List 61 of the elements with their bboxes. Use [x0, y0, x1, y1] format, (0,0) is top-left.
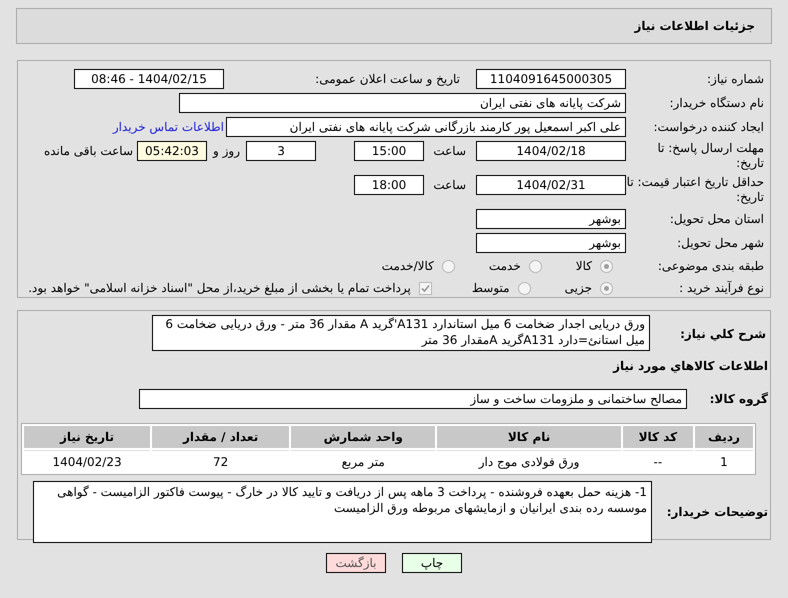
field-label: نام دستگاه خریدار: [668, 96, 765, 110]
section-title: اطلاعات كالاهاي مورد نياز [612, 358, 769, 375]
checkbox-label: پرداخت تمام یا بخشی از مبلغ خرید،از محل "اسناد خزانه اسلامی" خواهد بود. [28, 280, 411, 297]
column-header: واحد شمارش [291, 426, 436, 448]
summary-textarea[interactable]: ورق دریایی اجدار ضخامت 6 میل استاندارد A131'گرید A مقدار 36 متر - ورق دریایی ضخامت 6 میل استانئ=دارد A131گرید Aمقدار 36 متر [152, 315, 650, 351]
days-field: 3 [246, 141, 316, 161]
field-label: استان محل تحویل: [668, 212, 765, 226]
radio-button[interactable] [528, 260, 542, 272]
radio-button[interactable] [518, 282, 531, 294]
radio-label: کالا [576, 258, 592, 275]
radio-button[interactable] [442, 260, 455, 272]
column-header: کد کالا [622, 426, 693, 448]
column-header: ردیف [694, 426, 753, 448]
radio-button[interactable] [600, 282, 613, 294]
field-label: ساعت باقی مانده [44, 143, 133, 160]
table-cell: -- [622, 450, 693, 472]
table-cell: ورق فولادی موج دار [437, 450, 621, 472]
buyer-field: شرکت پایانه های نفتی ایران [179, 93, 626, 113]
table-cell: 1 [694, 450, 753, 472]
field-label: مهلت ارسال پاسخ: تا تاریخ: [656, 141, 765, 171]
field-label: شرح کلي نياز: [679, 326, 767, 343]
table-cell: متر مربع [291, 450, 436, 472]
table-cell: 72 [152, 450, 290, 472]
need-number-field: 1104091645000305 [476, 69, 626, 89]
back-button[interactable]: بازگشت [326, 553, 386, 573]
table-cell: 1404/02/23 [24, 450, 150, 472]
radio-label: متوسط [472, 280, 510, 297]
column-header: تاریخ نیاز [24, 426, 150, 448]
radio-label: خدمت [488, 258, 521, 275]
field-label: ایجاد کننده درخواست: [652, 120, 765, 134]
remaining-time-field: 05:42:03 [137, 141, 207, 161]
buyer-contact-link[interactable]: اطلاعات تماس خریدار [112, 118, 224, 136]
validity-time-field: 18:00 [354, 175, 424, 195]
checkbox[interactable] [418, 282, 432, 294]
deadline-date-field: 1404/02/18 [476, 141, 626, 161]
field-label: شماره نیاز: [706, 72, 765, 86]
field-label: گروه کالا: [708, 391, 768, 408]
field-label: تاریخ و ساعت اعلان عمومی: [314, 72, 461, 86]
column-header: تعداد / مقدار [152, 426, 290, 448]
print-button[interactable]: چاپ [402, 553, 462, 573]
deadline-time-field: 15:00 [354, 141, 424, 161]
goods-group-field: مصالح ساختمانی و ملزومات ساخت و ساز [139, 389, 687, 409]
radio-label: کالا/خدمت [382, 258, 434, 275]
field-label: روز و [213, 143, 240, 160]
province-field: بوشهر [476, 209, 626, 229]
field-label: ساعت [434, 177, 466, 194]
announce-date-field: 1404/02/15 - 08:46 [74, 69, 224, 89]
radio-label: جزیی [564, 280, 592, 297]
city-field: بوشهر [476, 233, 626, 253]
field-label: نوع فرآیند خرید : [678, 280, 765, 296]
validity-date-field: 1404/02/31 [476, 175, 626, 195]
field-label: توضیحات خریدار: [666, 504, 768, 521]
notes-textarea[interactable]: 1- هزینه حمل بعهده فروشنده - پرداخت 3 ماهه پس از دریافت و تایید کالا در خارگ - پیوست فاکتور الزامیست - گواهی موسسه رده بندی ایرانیان و ازمایشهای مربوطه ورق الزامیست [33, 481, 652, 543]
field-label: حداقل تاریخ اعتبار قیمت: تا تاریخ: [626, 175, 765, 205]
column-header: نام کالا [437, 426, 621, 448]
field-label: طبقه بندی موضوعی: [656, 258, 765, 274]
radio-button[interactable] [600, 260, 613, 272]
field-label: شهر محل تحویل: [676, 236, 765, 250]
page-title: جزئیات اطلاعات نیاز [634, 18, 755, 35]
field-label: ساعت [434, 143, 466, 160]
creator-field: علی اکبر اسمعیل پور کارمند بازرگانی شرکت پایانه های نفتی ایران [226, 117, 626, 137]
